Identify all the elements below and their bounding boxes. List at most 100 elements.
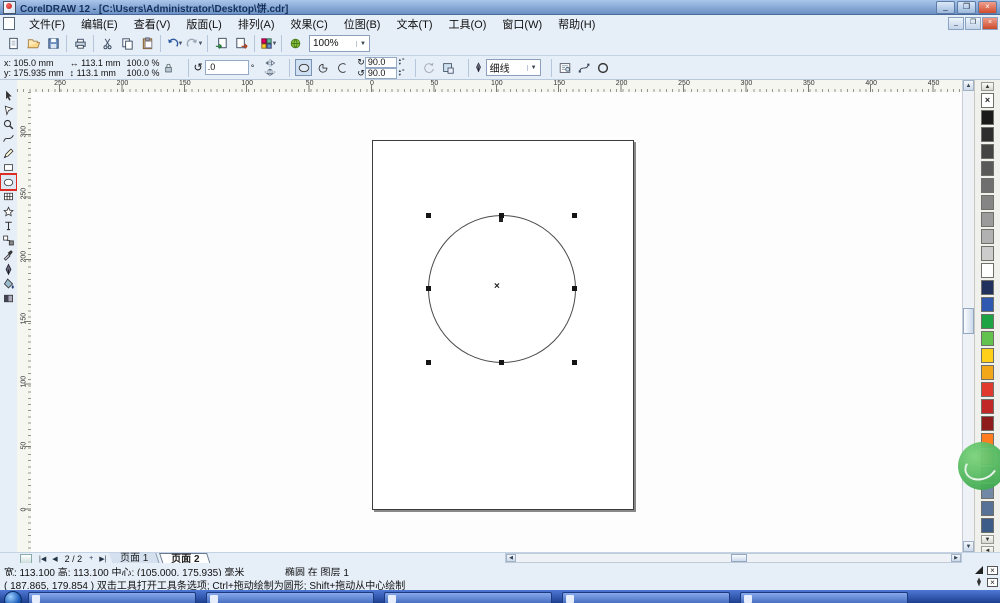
selection-handle[interactable] xyxy=(499,213,504,218)
color-swatch-10[interactable] xyxy=(981,263,994,278)
color-swatch-11[interactable] xyxy=(981,280,994,295)
selection-handle[interactable] xyxy=(572,360,577,365)
taskbar-window-button-1[interactable] xyxy=(28,592,196,603)
selection-handle[interactable] xyxy=(572,213,577,218)
color-swatch-16[interactable] xyxy=(981,365,994,380)
color-swatch-1[interactable] xyxy=(981,110,994,125)
new-button[interactable] xyxy=(3,34,23,54)
graph-paper-tool[interactable] xyxy=(1,190,16,204)
taskbar-window-button-5[interactable] xyxy=(740,592,908,603)
rectangle-tool[interactable] xyxy=(1,161,16,175)
outline-tool[interactable] xyxy=(1,262,16,276)
basic-shapes-tool[interactable] xyxy=(1,204,16,218)
scroll-down-button[interactable]: ▼ xyxy=(963,541,974,552)
arc-direction-button[interactable] xyxy=(421,59,438,76)
print-button[interactable] xyxy=(70,34,90,54)
menu-item-11[interactable]: 帮助(H) xyxy=(550,15,603,33)
color-swatch-25[interactable] xyxy=(981,518,994,533)
menu-item-10[interactable]: 窗口(W) xyxy=(494,15,550,33)
vertical-scroll-thumb[interactable] xyxy=(963,308,974,334)
color-swatch-6[interactable] xyxy=(981,195,994,210)
palette-scroll-up-button[interactable]: ▲ xyxy=(981,82,994,91)
fill-tool[interactable] xyxy=(1,277,16,291)
menu-item-8[interactable]: 文本(T) xyxy=(388,15,440,33)
doc-close-button[interactable]: × xyxy=(982,17,998,30)
ellipse-node[interactable] xyxy=(499,218,503,222)
eyedropper-tool[interactable] xyxy=(1,248,16,262)
undo-button[interactable]: ▼ xyxy=(164,34,184,54)
save-button[interactable] xyxy=(43,34,63,54)
color-swatch-17[interactable] xyxy=(981,382,994,397)
color-swatch-24[interactable] xyxy=(981,501,994,516)
first-page-button[interactable]: |◀ xyxy=(36,555,49,563)
import-button[interactable] xyxy=(211,34,231,54)
color-swatch-12[interactable] xyxy=(981,297,994,312)
menu-item-2[interactable]: 编辑(E) xyxy=(73,15,126,33)
doc-restore-button[interactable]: ❐ xyxy=(965,17,981,30)
zoom-level-combo[interactable]: 100% ▼ xyxy=(309,35,370,52)
add-page-button[interactable]: + xyxy=(86,555,96,562)
text-tool[interactable] xyxy=(1,219,16,233)
redo-button[interactable]: ▼ xyxy=(184,34,204,54)
online-button[interactable] xyxy=(285,34,305,54)
horizontal-scrollbar[interactable]: ◀ ▶ xyxy=(505,553,962,563)
no-color-swatch[interactable]: × xyxy=(981,93,994,108)
color-swatch-14[interactable] xyxy=(981,331,994,346)
export-button[interactable] xyxy=(231,34,251,54)
drawing-canvas[interactable]: × xyxy=(31,92,963,552)
color-swatch-7[interactable] xyxy=(981,212,994,227)
convert-to-curves-button[interactable] xyxy=(576,59,593,76)
end-angle-field[interactable]: 90.0 xyxy=(364,67,397,79)
color-swatch-8[interactable] xyxy=(981,229,994,244)
horizontal-scroll-thumb[interactable] xyxy=(731,554,747,562)
minimize-button[interactable]: _ xyxy=(936,0,955,14)
paste-button[interactable] xyxy=(137,34,157,54)
selection-handle[interactable] xyxy=(426,213,431,218)
ellipse-shape-button[interactable] xyxy=(295,59,313,76)
selection-center-mark[interactable]: × xyxy=(494,281,500,292)
pick-tool[interactable] xyxy=(1,88,16,102)
mirror-vertical-button[interactable] xyxy=(261,68,278,77)
outline-width-combo[interactable]: 细线 ▼ xyxy=(485,59,541,76)
page-tab-1[interactable]: 页面 1 xyxy=(109,552,161,564)
taskbar-window-button-3[interactable] xyxy=(384,592,552,603)
outline-circle-button[interactable] xyxy=(595,59,612,76)
previous-page-button[interactable]: ◀ xyxy=(49,555,60,563)
view-navigator-icon[interactable] xyxy=(20,553,32,564)
zoom-tool[interactable] xyxy=(1,117,16,131)
menu-item-1[interactable]: 文件(F) xyxy=(21,15,73,33)
color-swatch-13[interactable] xyxy=(981,314,994,329)
color-swatch-9[interactable] xyxy=(981,246,994,261)
shape-tool[interactable] xyxy=(1,103,16,117)
start-button[interactable] xyxy=(4,591,22,603)
scroll-left-button[interactable]: ◀ xyxy=(506,554,516,562)
color-swatch-19[interactable] xyxy=(981,416,994,431)
selection-handle[interactable] xyxy=(426,286,431,291)
selection-handle[interactable] xyxy=(499,360,504,365)
taskbar-window-button-2[interactable] xyxy=(206,592,374,603)
scroll-right-button[interactable]: ▶ xyxy=(951,554,961,562)
copy-button[interactable] xyxy=(117,34,137,54)
menu-item-9[interactable]: 工具(O) xyxy=(441,15,495,33)
menu-item-6[interactable]: 效果(C) xyxy=(283,15,336,33)
launcher-button[interactable]: ▼ xyxy=(258,34,278,54)
arc-shape-button[interactable] xyxy=(333,59,350,76)
maximize-button[interactable]: ❐ xyxy=(957,0,976,14)
color-swatch-5[interactable] xyxy=(981,178,994,193)
scroll-up-button[interactable]: ▲ xyxy=(963,80,974,91)
menu-item-3[interactable]: 查看(V) xyxy=(126,15,179,33)
color-swatch-18[interactable] xyxy=(981,399,994,414)
open-button[interactable] xyxy=(23,34,43,54)
doc-minimize-button[interactable]: _ xyxy=(948,17,964,30)
lock-ratio-button[interactable] xyxy=(160,59,177,76)
color-swatch-3[interactable] xyxy=(981,144,994,159)
interactive-fill-tool[interactable] xyxy=(1,291,16,305)
last-page-button[interactable]: ▶| xyxy=(96,555,109,563)
vertical-ruler[interactable]: 300 250 200 150 100 50 0 xyxy=(17,92,32,552)
smart-drawing-tool[interactable] xyxy=(1,146,16,160)
color-swatch-15[interactable] xyxy=(981,348,994,363)
start-angle-field[interactable]: 90.0 xyxy=(364,56,397,68)
color-swatch-2[interactable] xyxy=(981,127,994,142)
selected-ellipse[interactable] xyxy=(428,215,576,363)
mirror-horizontal-button[interactable] xyxy=(261,59,278,68)
